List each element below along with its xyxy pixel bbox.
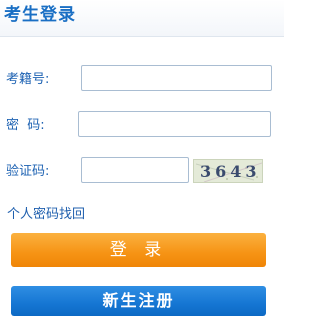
login-panel: 考生登录 考籍号: 密 码: 验证码: 3643 个人密码找回 登 录 新生注册 — [0, 0, 284, 320]
register-button[interactable]: 新生注册 — [11, 286, 266, 316]
captcha-code: 3643 — [200, 162, 261, 181]
captcha-label: 验证码: — [6, 164, 50, 179]
recover-password-link[interactable]: 个人密码找回 — [7, 207, 85, 223]
captcha-image[interactable]: 3643 — [193, 159, 263, 183]
panel-header: 考生登录 — [0, 0, 284, 37]
panel-title: 考生登录 — [4, 5, 76, 25]
exam-id-row: 考籍号: — [0, 65, 284, 95]
exam-id-input[interactable] — [81, 65, 272, 91]
captcha-input[interactable] — [81, 157, 189, 183]
password-label: 密 码: — [6, 118, 45, 133]
login-button[interactable]: 登 录 — [11, 233, 266, 267]
captcha-row: 验证码: 3643 — [0, 157, 284, 187]
exam-id-label: 考籍号: — [6, 72, 50, 87]
password-row: 密 码: — [0, 111, 284, 141]
password-input[interactable] — [78, 111, 271, 137]
